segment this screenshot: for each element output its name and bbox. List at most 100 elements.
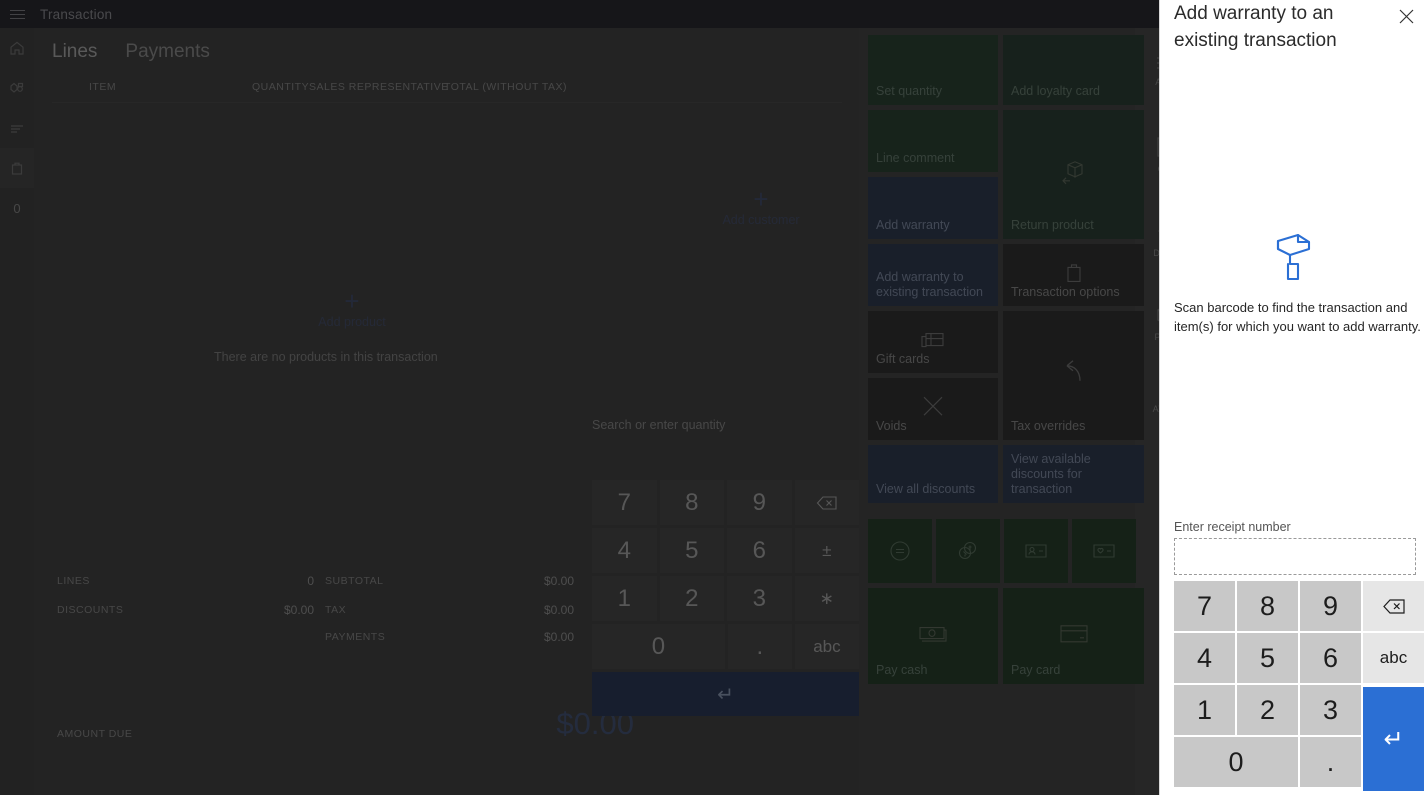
add-customer-button[interactable]: + Add customer — [691, 184, 831, 227]
lines-label: LINES — [57, 575, 90, 587]
tile-label: Add loyalty card — [1011, 84, 1100, 98]
tile-transaction-options[interactable]: Transaction options — [1003, 244, 1144, 306]
bag-icon — [11, 162, 23, 175]
sidebar-item-home[interactable] — [0, 28, 34, 68]
numpad-key-decimal[interactable]: . — [1299, 737, 1361, 787]
tile-line-comment[interactable]: Line comment — [868, 110, 998, 172]
plus-icon: + — [344, 286, 360, 316]
id-card-icon — [1025, 544, 1047, 558]
home-icon — [10, 41, 24, 55]
tile-pay-card[interactable]: Pay card — [1003, 588, 1144, 684]
add-product-button[interactable]: + Add product — [282, 286, 422, 329]
left-navigation-rail: 0 — [0, 28, 34, 795]
plus-icon: + — [753, 184, 769, 214]
numpad-key-7[interactable]: 7 — [1174, 581, 1235, 631]
coins-icon — [958, 541, 977, 560]
tile-currency[interactable] — [936, 519, 1000, 583]
tile-label: Transaction options — [1011, 285, 1120, 299]
numpad-key-4[interactable]: 4 — [1174, 633, 1235, 683]
tile-label: Tax overrides — [1011, 419, 1086, 433]
backspace-icon[interactable] — [1363, 581, 1424, 631]
discounts-value: $0.00 — [283, 603, 314, 617]
action-tile-grid: Set quantity Add loyalty card Line comme… — [868, 35, 1144, 689]
enter-icon[interactable]: ↵ — [1363, 687, 1424, 791]
enter-icon[interactable]: ↵ — [592, 672, 859, 716]
tile-customer-card[interactable] — [1004, 519, 1068, 583]
loyalty-card-icon — [1093, 544, 1115, 558]
cash-icon — [868, 622, 998, 646]
asterisk-button[interactable]: ∗ — [794, 576, 859, 621]
numpad-key-3[interactable]: 3 — [1300, 685, 1361, 735]
sidebar-item-transactions[interactable] — [0, 148, 34, 188]
add-product-label: Add product — [318, 315, 386, 329]
scan-instruction-text: Scan barcode to find the transaction and… — [1174, 300, 1421, 334]
tile-set-quantity[interactable]: Set quantity — [868, 35, 998, 105]
page-title: Transaction — [40, 6, 113, 22]
transaction-tabs: Lines Payments — [52, 41, 210, 63]
equals-circle-icon — [890, 541, 910, 561]
subtotal-value: $0.00 — [543, 574, 574, 588]
empty-state-message: There are no products in this transactio… — [214, 350, 438, 364]
receipt-number-label: Enter receipt number — [1174, 520, 1291, 534]
tile-label: View available discounts for transaction — [1011, 452, 1091, 496]
tab-payments[interactable]: Payments — [125, 41, 209, 63]
numpad-key-5[interactable]: 5 — [1237, 633, 1298, 683]
numpad-key-0[interactable]: 0 — [1174, 737, 1298, 787]
hamburger-icon[interactable] — [0, 0, 34, 28]
numpad-key-2[interactable]: 2 — [659, 576, 724, 621]
backspace-icon[interactable] — [794, 480, 859, 525]
sidebar-item-products[interactable] — [0, 68, 34, 108]
tile-add-warranty-to-existing-transaction[interactable]: Add warranty to existing transaction — [868, 244, 998, 306]
numpad-key-6[interactable]: 6 — [1300, 633, 1361, 683]
tile-label: Add warranty — [876, 218, 950, 232]
list-icon — [11, 125, 23, 133]
tile-loyalty-card[interactable] — [1072, 519, 1136, 583]
flyout-title: Add warranty to an existing transaction — [1174, 3, 1337, 51]
barcode-scanner-icon — [1160, 232, 1428, 282]
numpad-key-4[interactable]: 4 — [592, 528, 657, 573]
numpad-key-5[interactable]: 5 — [659, 528, 724, 573]
numpad-key-3[interactable]: 3 — [727, 576, 792, 621]
numpad-key-1[interactable]: 1 — [592, 576, 657, 621]
abc-button[interactable]: abc — [1363, 633, 1424, 683]
numpad-key-8[interactable]: 8 — [1237, 581, 1298, 631]
tile-price-check[interactable] — [868, 519, 932, 583]
giftcard-icon — [868, 328, 998, 352]
tile-add-warranty[interactable]: Add warranty — [868, 177, 998, 239]
tile-tax-overrides[interactable]: Tax overrides — [1003, 311, 1144, 440]
tile-add-loyalty-card[interactable]: Add loyalty card — [1003, 35, 1144, 105]
tab-lines[interactable]: Lines — [52, 41, 97, 63]
tile-gift-cards[interactable]: Gift cards — [868, 311, 998, 373]
receipt-number-input[interactable] — [1174, 538, 1416, 575]
plus-minus-button[interactable]: ± — [794, 528, 859, 573]
tile-view-available-discounts[interactable]: View available discounts for transaction — [1003, 445, 1144, 503]
tile-voids[interactable]: Voids — [868, 378, 998, 440]
products-icon — [10, 82, 24, 93]
numpad-key-8[interactable]: 8 — [659, 480, 724, 525]
numpad-key-7[interactable]: 7 — [592, 480, 657, 525]
return-box-icon — [1003, 155, 1144, 187]
flyout-numpad: 7 8 9 4 5 6 abc 1 2 3 0 . ↵ — [1174, 581, 1424, 791]
sidebar-item-list[interactable] — [0, 108, 34, 148]
numpad-key-1[interactable]: 1 — [1174, 685, 1235, 735]
close-icon[interactable] — [1392, 2, 1420, 30]
tile-return-product[interactable]: Return product — [1003, 110, 1144, 239]
numpad-key-9[interactable]: 9 — [727, 480, 792, 525]
bag-icon — [1003, 259, 1144, 285]
numpad-key-9[interactable]: 9 — [1300, 581, 1361, 631]
abc-button[interactable]: abc — [794, 624, 859, 669]
tile-view-all-discounts[interactable]: View all discounts — [868, 445, 998, 503]
numpad-key-decimal[interactable]: . — [727, 624, 792, 669]
payments-label: PAYMENTS — [325, 631, 386, 643]
tile-label: Line comment — [876, 151, 955, 165]
undo-icon — [1003, 356, 1144, 388]
numpad-key-6[interactable]: 6 — [727, 528, 792, 573]
numpad-key-2[interactable]: 2 — [1237, 685, 1298, 735]
amount-due-label: AMOUNT DUE — [57, 728, 133, 740]
tile-label: Gift cards — [876, 352, 930, 366]
numpad-key-0[interactable]: 0 — [592, 624, 725, 669]
tile-label: Pay cash — [876, 663, 928, 677]
lines-value: 0 — [307, 574, 314, 588]
tile-pay-cash[interactable]: Pay cash — [868, 588, 998, 684]
tile-label: Return product — [1011, 218, 1094, 232]
